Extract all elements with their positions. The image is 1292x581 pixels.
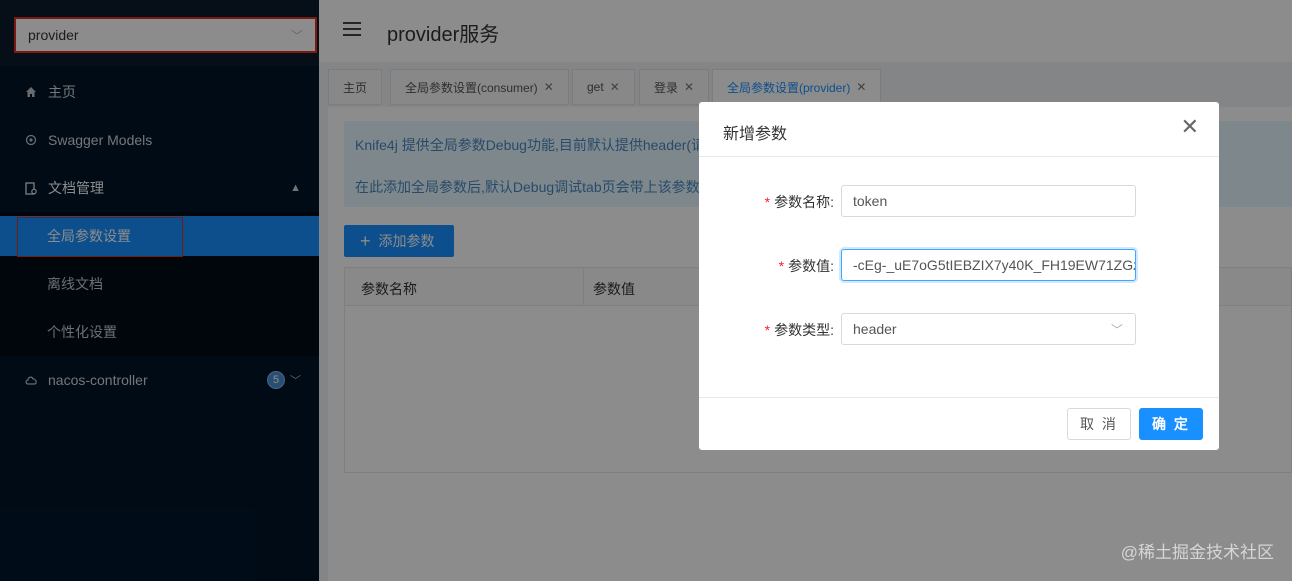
add-param-modal: 新增参数 ✕ * 参数名称: token * 参数值: -cEg-_uE7oG5tI… (699, 102, 1219, 450)
modal-title: 新增参数 (723, 126, 788, 143)
chevron-down-icon: ﹀ (1110, 323, 1123, 337)
modal-footer: 取 消 确 定 (699, 397, 1219, 450)
param-type-value: header (853, 321, 897, 337)
form-row-param-value: * 参数值: -cEg-_uE7oG5tIEBZIX7y40K_FH19EW71Z… (699, 249, 1219, 281)
param-value-value: -cEg-_uE7oG5tIEBZIX7y40K_FH19EW71ZGzA (853, 257, 1136, 273)
confirm-button[interactable]: 确 定 (1139, 408, 1203, 440)
param-name-input[interactable]: token (841, 185, 1136, 217)
param-type-label: * 参数类型: (764, 322, 834, 338)
param-value-input[interactable]: -cEg-_uE7oG5tIEBZIX7y40K_FH19EW71ZGzA (841, 249, 1136, 281)
param-name-label: * 参数名称: (764, 194, 834, 210)
param-value-label: * 参数值: (778, 258, 834, 274)
close-icon[interactable]: ✕ (1181, 116, 1199, 138)
form-row-param-type: * 参数类型: header ﹀ (699, 313, 1219, 345)
param-name-value: token (853, 193, 888, 209)
cancel-button[interactable]: 取 消 (1067, 408, 1131, 440)
param-type-select[interactable]: header ﹀ (841, 313, 1136, 345)
form-row-param-name: * 参数名称: token (699, 185, 1219, 217)
modal-header: 新增参数 ✕ (699, 102, 1219, 157)
watermark: @稀土掘金技术社区 (1120, 543, 1274, 562)
